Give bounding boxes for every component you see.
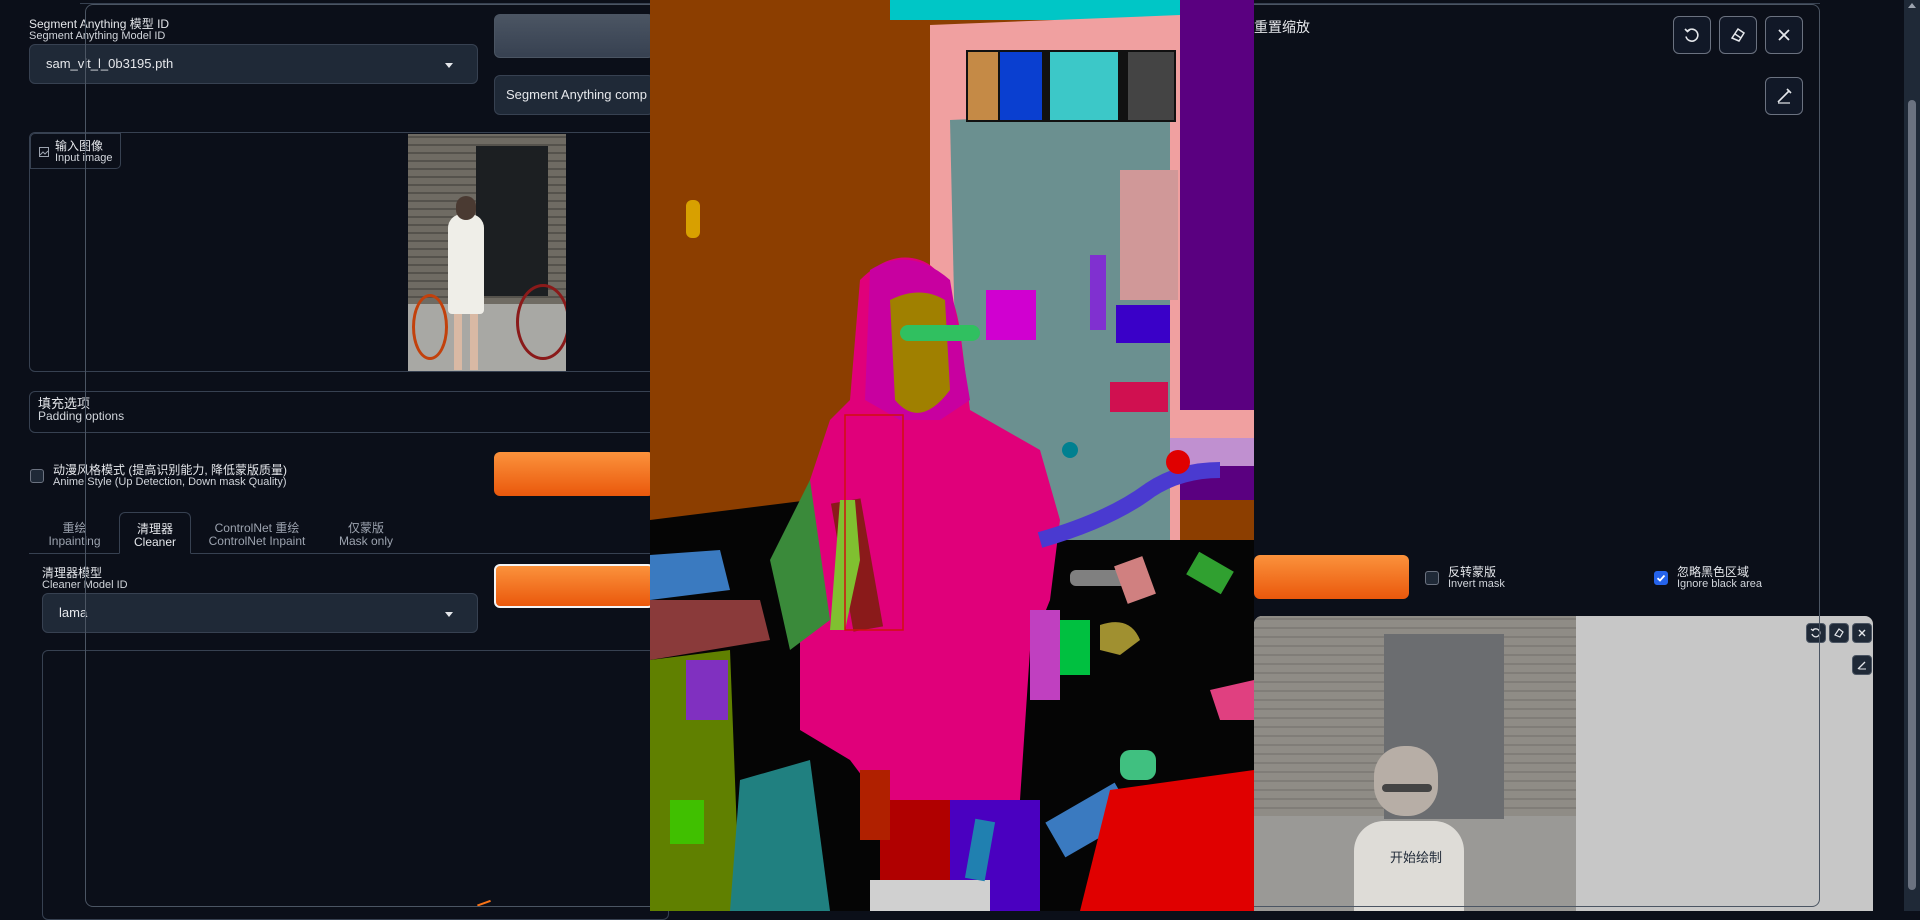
close-icon[interactable]: [1852, 623, 1872, 643]
eraser-icon[interactable]: [1829, 623, 1849, 643]
brush-icon[interactable]: [1765, 77, 1803, 115]
page-scrollbar[interactable]: [1904, 0, 1920, 911]
brush-icon[interactable]: [1852, 655, 1872, 675]
eraser-icon[interactable]: [1719, 16, 1757, 54]
close-icon[interactable]: [1765, 16, 1803, 54]
reset-zoom-label[interactable]: 重置缩放: [1254, 17, 1310, 37]
undo-icon[interactable]: [1673, 16, 1711, 54]
anime-style-checkbox[interactable]: [30, 469, 44, 483]
image-icon: [39, 147, 49, 157]
cleaner-dropdown-value: lama: [59, 605, 88, 620]
segmentation-mask-image[interactable]: [650, 0, 1254, 911]
scrollbar-thumb[interactable]: [1908, 100, 1916, 890]
scrollbar-up-arrow[interactable]: [1908, 3, 1916, 8]
